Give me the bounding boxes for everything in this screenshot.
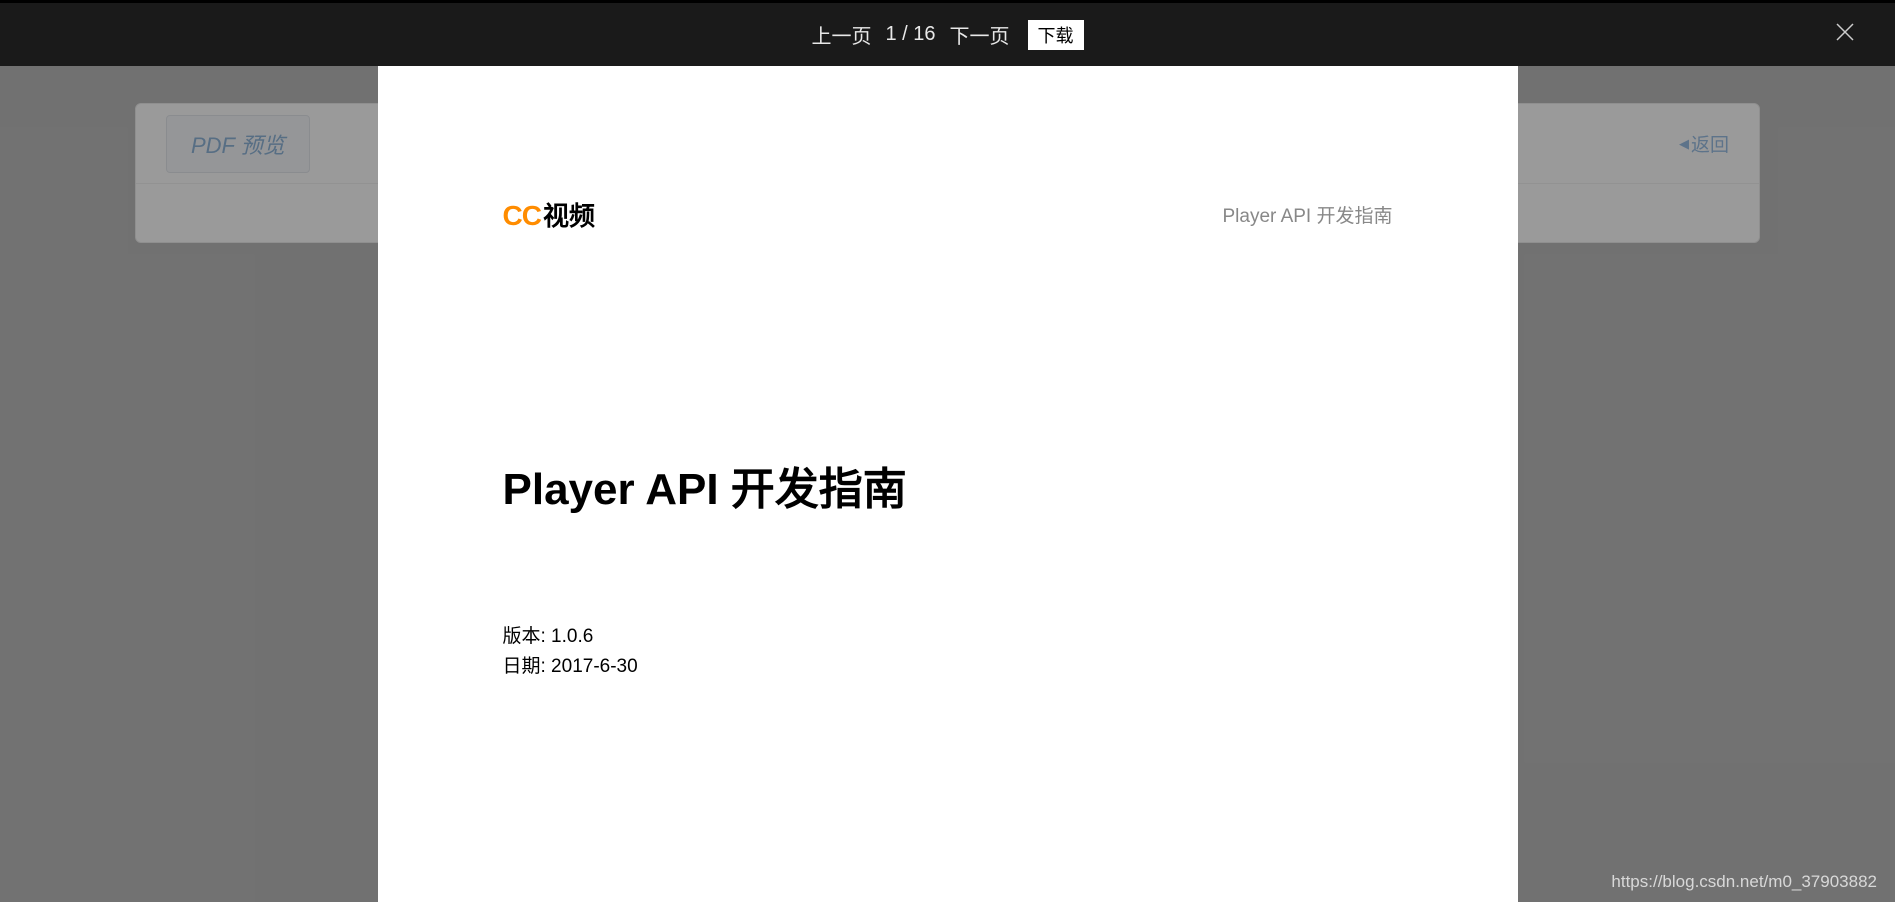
pdf-toolbar: 上一页 1 / 16 下一页 下载: [0, 3, 1895, 66]
watermark: https://blog.csdn.net/m0_37903882: [1611, 872, 1877, 892]
current-page: 1: [885, 23, 896, 45]
pdf-page: CC 视频 Player API 开发指南 Player API 开发指南 版本…: [378, 66, 1518, 902]
pdf-title: Player API 开发指南: [503, 453, 1393, 517]
pdf-header: CC 视频 Player API 开发指南: [503, 196, 1393, 233]
next-page-button[interactable]: 下一页: [950, 20, 1010, 49]
prev-page-button[interactable]: 上一页: [811, 20, 871, 49]
close-icon[interactable]: [1835, 22, 1855, 48]
logo-cc: CC: [503, 200, 541, 232]
logo-text: 视频: [543, 196, 595, 233]
pdf-header-subtitle: Player API 开发指南: [1223, 201, 1393, 228]
date-line: 日期: 2017-6-30: [503, 652, 1393, 682]
download-button[interactable]: 下载: [1028, 20, 1084, 50]
page-separator: /: [902, 23, 908, 45]
version-line: 版本: 1.0.6: [503, 622, 1393, 652]
page-indicator: 1 / 16: [885, 23, 935, 46]
pdf-meta: 版本: 1.0.6 日期: 2017-6-30: [503, 622, 1393, 683]
toolbar-center: 上一页 1 / 16 下一页 下载: [811, 20, 1083, 50]
logo: CC 视频: [503, 196, 595, 233]
total-pages: 16: [913, 23, 935, 45]
